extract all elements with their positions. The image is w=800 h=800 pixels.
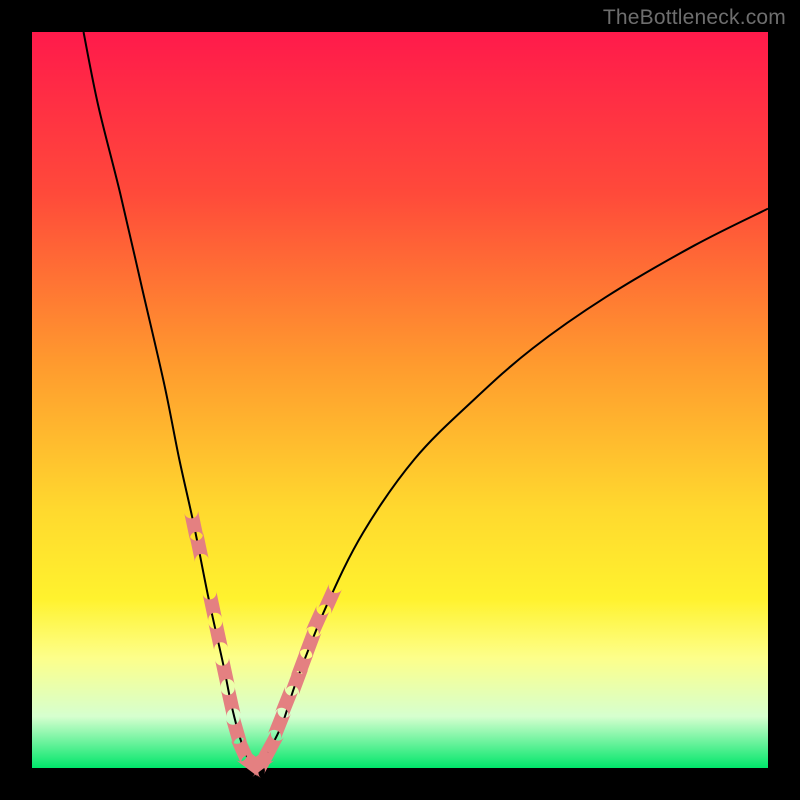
- watermark-label: TheBottleneck.com: [603, 6, 786, 30]
- bottleneck-chart: [0, 0, 800, 800]
- chart-container: TheBottleneck.com: [0, 0, 800, 800]
- plot-background: [32, 32, 768, 768]
